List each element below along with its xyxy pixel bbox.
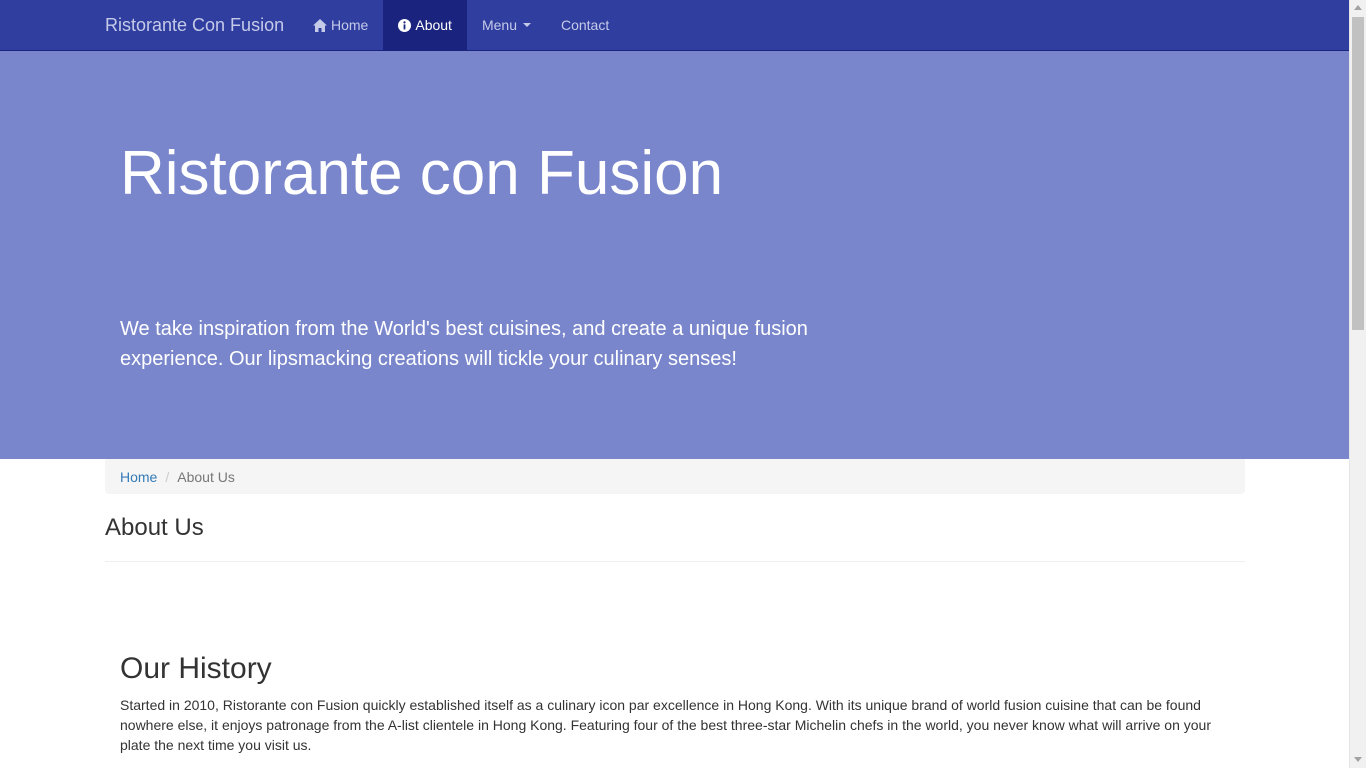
scrollbar-thumb[interactable] — [1352, 17, 1364, 330]
navbar-brand[interactable]: Ristorante Con Fusion — [105, 15, 284, 35]
home-icon — [313, 18, 327, 32]
nav-menu: Home About Menu Contact — [298, 0, 624, 50]
nav-item-menu-label: Menu — [481, 17, 517, 33]
scroll-down-arrow-icon[interactable] — [1354, 757, 1362, 762]
breadcrumb-separator: / — [165, 468, 170, 485]
divider — [105, 561, 1245, 562]
hero-banner: Ristorante con Fusion We take inspiratio… — [0, 51, 1349, 459]
breadcrumb-home-link[interactable]: Home — [120, 469, 157, 485]
caret-down-icon — [522, 23, 531, 27]
breadcrumb-current: About Us — [177, 468, 235, 485]
nav-item-home-label: Home — [331, 17, 369, 33]
hero-text: We take inspiration from the World's bes… — [120, 318, 808, 370]
history-title: Our History — [120, 652, 272, 685]
nav-item-contact[interactable]: Contact — [546, 0, 624, 50]
nav-item-home[interactable]: Home — [298, 0, 383, 50]
breadcrumb: Home / About Us — [105, 459, 1245, 494]
page-title: About Us — [105, 514, 204, 541]
history-text: Started in 2010, Ristorante con Fusion q… — [120, 697, 1212, 753]
nav-item-about[interactable]: About — [383, 0, 467, 50]
scroll-up-arrow-icon[interactable] — [1354, 5, 1362, 10]
navbar: Ristorante Con Fusion Home About Menu Co… — [0, 0, 1349, 51]
info-icon — [398, 18, 412, 32]
nav-item-about-label: About — [415, 17, 452, 33]
nav-item-menu[interactable]: Menu — [467, 0, 546, 50]
vertical-scrollbar[interactable] — [1349, 0, 1366, 768]
nav-item-contact-label: Contact — [560, 17, 610, 33]
hero-title: Ristorante con Fusion — [120, 139, 724, 208]
